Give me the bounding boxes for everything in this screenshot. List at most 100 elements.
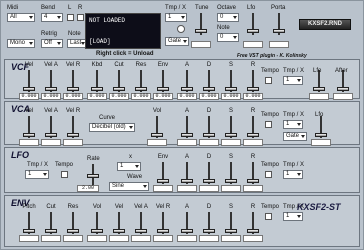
vcf-env-slider[interactable] (157, 70, 169, 92)
vcf-d-slider[interactable] (203, 70, 215, 92)
vca-a-slider[interactable] (181, 116, 193, 138)
env-res-slider[interactable] (67, 212, 79, 234)
octave-label: Octave (217, 5, 237, 11)
lfo-rate-slider[interactable] (87, 164, 99, 186)
vcf-vela-slider[interactable] (45, 70, 57, 92)
vca-d-value (199, 139, 219, 146)
env-vel-slider[interactable] (113, 212, 125, 234)
env-cut-label: Cut (46, 204, 56, 210)
lfo-d-slider[interactable] (203, 162, 215, 184)
lfo-title: LFO (11, 150, 29, 160)
vca-a-value (177, 139, 197, 146)
env-vol-slider[interactable] (91, 212, 103, 234)
env-res-label: Res (67, 204, 79, 210)
lfo-tempo-checkbox[interactable] (61, 171, 68, 178)
env-d-slider[interactable] (203, 212, 215, 234)
r-checkbox[interactable] (77, 14, 84, 21)
env-cut-slider[interactable] (45, 212, 57, 234)
env-a-slider[interactable] (181, 212, 193, 234)
lfo-label: Lfo (247, 5, 256, 11)
vcf-vel-slider[interactable] (23, 70, 35, 92)
env-velr-label: Vel R (155, 204, 171, 210)
env-tmp-select[interactable]: 1 (283, 212, 303, 221)
vcf-cut-slider[interactable] (113, 70, 125, 92)
vca-d-slider[interactable] (203, 116, 215, 138)
env-r-slider[interactable] (247, 212, 259, 234)
lfo-tmp-select[interactable]: 1 (25, 170, 49, 179)
vcf-kbd-value: 0.000 (87, 93, 107, 100)
env-pitch-slider[interactable] (23, 212, 35, 234)
env-vel-label: Vel (114, 204, 124, 210)
lfo-wave-label: Wave (127, 174, 143, 180)
tmp-select[interactable]: 1 (165, 13, 187, 22)
vca-tmp-label: Tmp / X (283, 112, 305, 118)
vca-vela-label: Vel A (44, 108, 58, 114)
vca-tmp-select[interactable]: 1 (283, 120, 303, 129)
vca-lfo-s-slider[interactable] (315, 116, 327, 138)
vca-gate-select[interactable]: Gate (283, 132, 307, 141)
env-d-value (199, 235, 219, 242)
vcf-env-value: 0.000 (153, 93, 173, 100)
vcf-kbd-slider[interactable] (91, 70, 103, 92)
env-s-slider[interactable] (225, 212, 237, 234)
vcf-d-label: D (206, 62, 212, 68)
vca-vol-slider[interactable] (151, 116, 163, 138)
vcf-s-slider[interactable] (225, 70, 237, 92)
env-vel-value (109, 235, 129, 242)
random-button[interactable]: KXSF2.RND (299, 19, 351, 30)
vca-s-slider[interactable] (225, 116, 237, 138)
env-velr-slider[interactable] (157, 212, 169, 234)
vcf-s-value: 0.000 (221, 93, 241, 100)
vca-curve-label: Curve (99, 115, 116, 121)
vcf-a-slider[interactable] (181, 70, 193, 92)
vca-velr-slider[interactable] (67, 116, 79, 138)
env-r-label: R (250, 204, 256, 210)
vca-vol-label: Vol (152, 108, 162, 114)
lfo-tempo2-checkbox[interactable] (265, 171, 272, 178)
retrig-select[interactable]: Off (41, 39, 63, 48)
env-vela-slider[interactable] (135, 212, 147, 234)
note-select[interactable]: Last (67, 39, 87, 48)
vcf-r-slider[interactable] (247, 70, 259, 92)
midi-select[interactable]: All (7, 13, 35, 22)
vcf-tempo-checkbox[interactable] (265, 77, 272, 84)
vca-r-slider[interactable] (247, 116, 259, 138)
vca-curve-select[interactable]: Decibel (old) (89, 123, 135, 132)
lfo-x-select[interactable]: 1 (117, 162, 141, 171)
vcf-tmp-label: Tmp / X (283, 68, 305, 74)
vca-a-label: A (184, 108, 189, 114)
env-tempo-checkbox[interactable] (265, 213, 272, 220)
porta-label: Porta (271, 5, 286, 11)
vca-vela-slider[interactable] (45, 116, 57, 138)
lcd-load[interactable]: [LOAD] (89, 38, 111, 45)
note2-select[interactable]: 0 (217, 33, 239, 42)
bend-select[interactable]: 4 (41, 13, 63, 22)
lfo-tmp2-select[interactable]: 1 (283, 170, 303, 179)
porta-slider[interactable] (273, 13, 285, 35)
vcf-tmp-select[interactable]: 1 (283, 76, 303, 85)
l-checkbox[interactable] (67, 14, 74, 21)
vcf-r-value: 0.000 (243, 93, 263, 100)
vcf-velr-slider[interactable] (67, 70, 79, 92)
vca-tempo-checkbox[interactable] (265, 121, 272, 128)
sample-display[interactable]: NOT LOADED [LOAD] (85, 13, 161, 49)
vca-vel-slider[interactable] (23, 116, 35, 138)
vcf-res-slider[interactable] (135, 70, 147, 92)
gate-select[interactable]: Gate (165, 37, 189, 46)
vca-vel-label: Vel (24, 108, 34, 114)
lfo-slider[interactable] (247, 13, 259, 35)
lfo-r-slider[interactable] (247, 162, 259, 184)
vcf-res-value: 0.000 (131, 93, 151, 100)
lfo-s-slider[interactable] (225, 162, 237, 184)
lfo-env-slider[interactable] (157, 162, 169, 184)
synth-window: Midi All Bend 4 L R Mono Retrig Off Note… (0, 0, 364, 250)
vcf-kbd-label: Kbd (91, 62, 103, 68)
lfo-a-slider[interactable] (181, 162, 193, 184)
tmp-knob[interactable] (177, 25, 185, 33)
env-tempo-label: Tempo (261, 204, 280, 210)
tune-slider[interactable] (195, 13, 207, 35)
lfo-wave-select[interactable]: Sine (109, 182, 149, 191)
tune-label: Tune (195, 5, 209, 11)
octave-select[interactable]: 0 (217, 13, 239, 22)
mono-select[interactable]: Mono (7, 39, 35, 48)
